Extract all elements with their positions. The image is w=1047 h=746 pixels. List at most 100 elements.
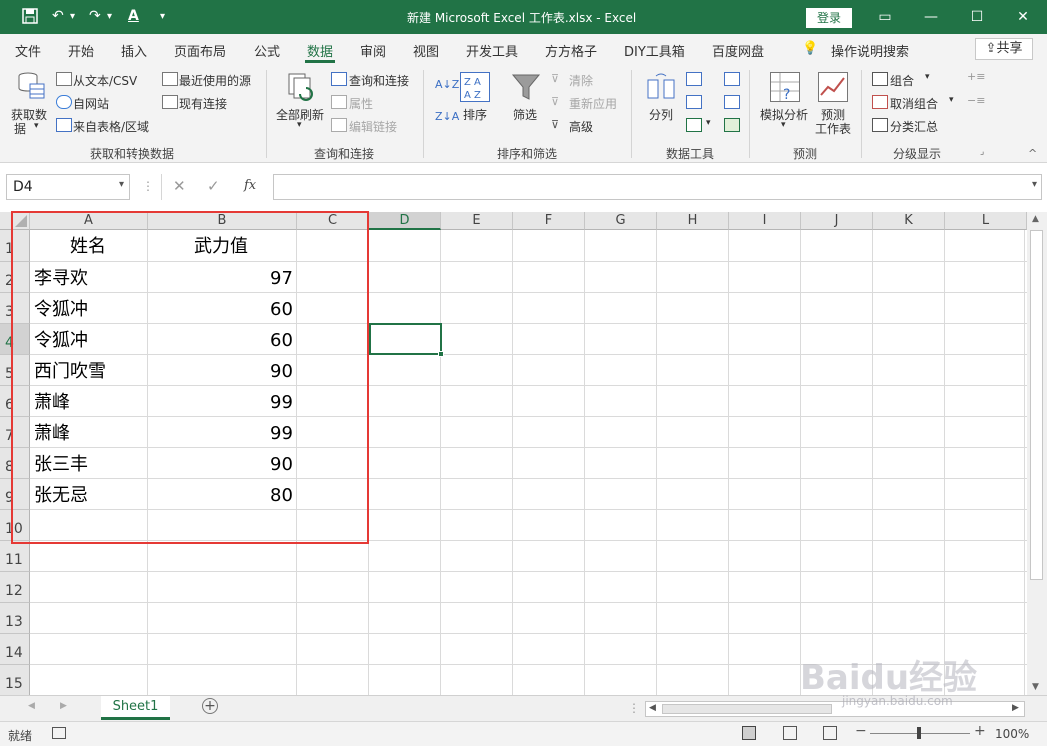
scroll-right-icon[interactable]: ▶ — [1012, 703, 1019, 713]
from-text-csv-button[interactable]: 从文本/CSV — [73, 72, 137, 89]
tab-home[interactable]: 开始 — [68, 41, 94, 60]
recent-sources-button[interactable]: 最近使用的源 — [179, 72, 251, 89]
column-header-G[interactable]: G — [585, 212, 657, 230]
ribbon-display-icon[interactable]: ▭ — [862, 0, 908, 34]
insert-function-icon[interactable]: fx — [244, 178, 256, 193]
column-header-D[interactable]: D — [369, 212, 441, 230]
scroll-left-icon[interactable]: ◀ — [649, 703, 656, 713]
next-sheet-icon[interactable]: ▶ — [60, 701, 67, 711]
normal-view-icon[interactable] — [742, 726, 756, 740]
ungroup-dropdown-icon[interactable]: ▾ — [949, 95, 954, 105]
queries-connections-button[interactable]: 查询和连接 — [349, 72, 409, 89]
redo-dropdown-icon[interactable]: ▾ — [107, 11, 112, 22]
existing-connections-button[interactable]: 现有连接 — [179, 95, 227, 112]
tab-split-grip-icon[interactable]: ⋮ — [628, 701, 640, 715]
tab-baidu-netdisk[interactable]: 百度网盘 — [712, 41, 764, 60]
page-break-view-icon[interactable] — [823, 726, 837, 740]
row-header-15[interactable]: 15 — [0, 665, 30, 695]
relationships-icon[interactable] — [724, 95, 740, 109]
page-layout-view-icon[interactable] — [783, 726, 797, 740]
text-to-columns-button[interactable]: 分列 — [649, 106, 673, 123]
tab-fangfang[interactable]: 方方格子 — [545, 41, 597, 60]
scroll-up-icon[interactable]: ▲ — [1032, 214, 1039, 224]
row-header-11[interactable]: 11 — [0, 541, 30, 572]
share-button[interactable]: ⇪共享 — [975, 38, 1033, 60]
sort-za-icon[interactable]: Z↓A — [435, 110, 459, 123]
tab-data[interactable]: 数据 — [307, 41, 333, 60]
fill-handle[interactable] — [438, 351, 444, 357]
zoom-level[interactable]: 100% — [995, 727, 1029, 741]
tab-review[interactable]: 审阅 — [360, 41, 386, 60]
row-header-13[interactable]: 13 — [0, 603, 30, 634]
filter-button[interactable]: 筛选 — [513, 106, 537, 123]
refresh-dropdown-icon[interactable]: ▾ — [297, 120, 302, 130]
active-cell-D4[interactable] — [369, 323, 442, 355]
save-icon[interactable] — [22, 8, 38, 28]
tab-file[interactable]: 文件 — [15, 41, 41, 60]
sheet-tab-sheet1[interactable]: Sheet1 — [101, 696, 170, 720]
sort-button[interactable]: 排序 — [463, 106, 487, 123]
outline-settings-launcher-icon[interactable]: ⌟ — [980, 147, 984, 157]
from-web-button[interactable]: 自网站 — [73, 95, 109, 112]
close-button[interactable]: ✕ — [1000, 0, 1046, 34]
data-validation-icon[interactable] — [686, 118, 702, 132]
what-if-dropdown-icon[interactable]: ▾ — [781, 120, 786, 130]
expand-formula-bar-icon[interactable]: ▾ — [1032, 179, 1037, 190]
customize-qat-icon[interactable]: ▾ — [160, 11, 165, 22]
show-detail-icon[interactable]: +≡ — [967, 70, 985, 83]
forecast-sheet-button-line2[interactable]: 工作表 — [815, 120, 851, 137]
column-header-H[interactable]: H — [657, 212, 729, 230]
horizontal-scroll-thumb[interactable] — [662, 704, 832, 714]
horizontal-scrollbar[interactable]: ◀ ▶ — [645, 701, 1025, 717]
get-data-button-line2[interactable]: 据 — [14, 120, 26, 137]
column-header-F[interactable]: F — [513, 212, 585, 230]
column-header-E[interactable]: E — [441, 212, 513, 230]
login-button[interactable]: 登录 — [806, 8, 852, 28]
name-box[interactable]: D4 ▾ — [6, 174, 130, 200]
row-header-14[interactable]: 14 — [0, 634, 30, 665]
properties-button[interactable]: 属性 — [349, 95, 373, 112]
row-header-12[interactable]: 12 — [0, 572, 30, 603]
reapply-button[interactable]: 重新应用 — [569, 95, 617, 112]
sort-az-icon[interactable]: A↓Z — [435, 78, 459, 91]
name-box-dropdown-icon[interactable]: ▾ — [119, 179, 124, 190]
tab-developer[interactable]: 开发工具 — [466, 41, 518, 60]
minimize-button[interactable]: — — [908, 0, 954, 34]
get-data-dropdown-icon[interactable]: ▾ — [34, 121, 39, 131]
ungroup-button[interactable]: 取消组合 — [890, 95, 938, 112]
vertical-scroll-thumb[interactable] — [1030, 230, 1043, 580]
undo-icon[interactable]: ↶ — [52, 8, 64, 24]
edit-links-button[interactable]: 编辑链接 — [349, 118, 397, 135]
new-sheet-icon[interactable]: + — [202, 698, 218, 714]
column-header-L[interactable]: L — [945, 212, 1027, 230]
zoom-out-icon[interactable]: − — [855, 723, 867, 739]
column-header-I[interactable]: I — [729, 212, 801, 230]
data-validation-dropdown-icon[interactable]: ▾ — [706, 118, 711, 128]
advanced-button[interactable]: 高级 — [569, 118, 593, 135]
tab-insert[interactable]: 插入 — [121, 41, 147, 60]
scroll-down-icon[interactable]: ▼ — [1032, 682, 1039, 692]
enter-icon[interactable]: ✓ — [207, 177, 220, 195]
redo-icon[interactable]: ↷ — [89, 8, 101, 24]
zoom-in-icon[interactable]: + — [974, 723, 986, 739]
tab-formulas[interactable]: 公式 — [254, 41, 280, 60]
font-color-icon[interactable]: A — [128, 8, 139, 24]
column-header-J[interactable]: J — [801, 212, 873, 230]
tab-page-layout[interactable]: 页面布局 — [174, 41, 226, 60]
prev-sheet-icon[interactable]: ◀ — [28, 701, 35, 711]
column-header-K[interactable]: K — [873, 212, 945, 230]
macro-recording-icon[interactable] — [52, 727, 66, 739]
from-table-range-button[interactable]: 来自表格/区域 — [73, 118, 149, 135]
zoom-slider-thumb[interactable] — [917, 727, 921, 739]
hide-detail-icon[interactable]: −≡ — [967, 94, 985, 107]
undo-dropdown-icon[interactable]: ▾ — [70, 11, 75, 22]
consolidate-icon[interactable] — [724, 72, 740, 86]
subtotal-button[interactable]: 分类汇总 — [890, 118, 938, 135]
tab-diy-toolbox[interactable]: DIY工具箱 — [624, 41, 685, 60]
tell-me-search[interactable]: 操作说明搜索 — [831, 41, 909, 60]
maximize-button[interactable]: ☐ — [954, 0, 1000, 34]
vertical-scrollbar[interactable]: ▲ ▼ — [1027, 212, 1047, 695]
group-dropdown-icon[interactable]: ▾ — [925, 72, 930, 82]
cancel-icon[interactable]: ✕ — [173, 177, 186, 195]
clear-button[interactable]: 清除 — [569, 72, 593, 89]
